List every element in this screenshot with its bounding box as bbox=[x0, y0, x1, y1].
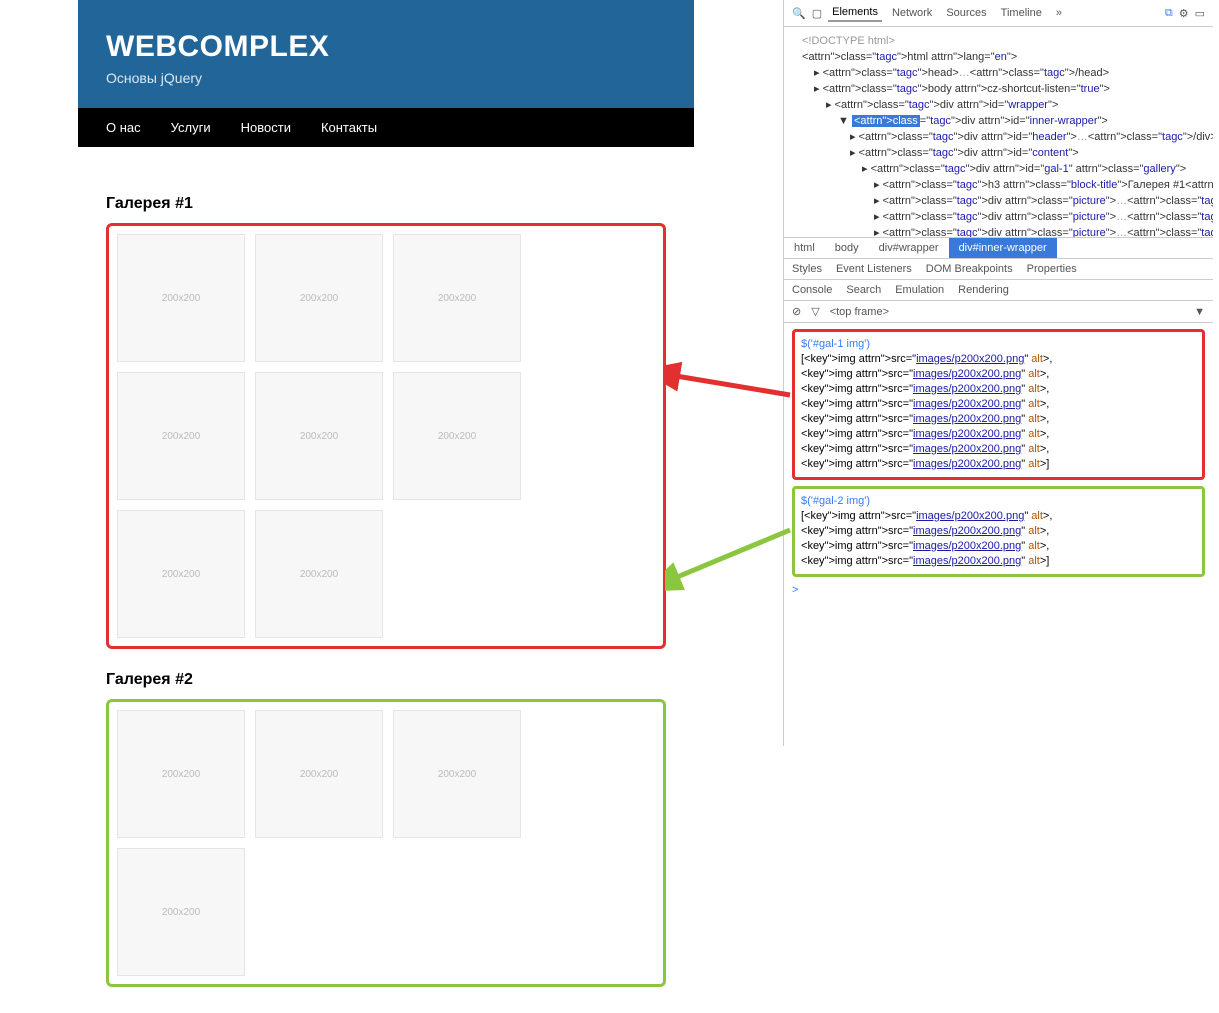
console-controls: ⊘ ▽ <top frame> ▼ bbox=[784, 301, 1213, 323]
tab-elements[interactable]: Elements bbox=[828, 4, 882, 22]
gallery-1-box: 200x200200x200200x200200x200200x200200x2… bbox=[106, 223, 666, 649]
picture-placeholder: 200x200 bbox=[393, 372, 521, 500]
site-header: WEBCOMPLEX Основы jQuery bbox=[78, 0, 694, 108]
drawer-tabs: Console Search Emulation Rendering bbox=[784, 280, 1213, 301]
picture-placeholder: 200x200 bbox=[117, 710, 245, 838]
picture-placeholder: 200x200 bbox=[393, 234, 521, 362]
site-subtitle: Основы jQuery bbox=[106, 70, 666, 86]
picture-placeholder: 200x200 bbox=[255, 234, 383, 362]
drawer-emulation[interactable]: Emulation bbox=[895, 284, 944, 296]
frame-dropdown-icon[interactable]: ▼ bbox=[1194, 306, 1205, 318]
dom-tree[interactable]: <!DOCTYPE html><attrn">class="tagc">html… bbox=[784, 27, 1213, 237]
subtab-dom-breakpoints[interactable]: DOM Breakpoints bbox=[926, 263, 1013, 275]
frame-selector[interactable]: <top frame> bbox=[830, 306, 889, 318]
nav-item-services[interactable]: Услуги bbox=[171, 120, 211, 135]
site-nav: О нас Услуги Новости Контакты bbox=[78, 108, 694, 147]
picture-placeholder: 200x200 bbox=[393, 710, 521, 838]
crumb-html[interactable]: html bbox=[784, 238, 825, 258]
drawer-icon[interactable]: ⧉ bbox=[1165, 7, 1173, 20]
picture-placeholder: 200x200 bbox=[255, 510, 383, 638]
drawer-console[interactable]: Console bbox=[792, 284, 832, 296]
tab-sources[interactable]: Sources bbox=[942, 5, 990, 21]
dock-icon[interactable]: ▭ bbox=[1195, 7, 1205, 20]
gallery-2-title: Галерея #2 bbox=[106, 671, 666, 689]
site-content: Галерея #1 200x200200x200200x200200x2002… bbox=[78, 147, 694, 1013]
crumb-inner-wrapper[interactable]: div#inner-wrapper bbox=[949, 238, 1057, 258]
gallery-1-title: Галерея #1 bbox=[106, 195, 666, 213]
subtab-event-listeners[interactable]: Event Listeners bbox=[836, 263, 912, 275]
crumb-wrapper[interactable]: div#wrapper bbox=[869, 238, 949, 258]
nav-item-news[interactable]: Новости bbox=[241, 120, 291, 135]
tab-network[interactable]: Network bbox=[888, 5, 936, 21]
picture-placeholder: 200x200 bbox=[255, 710, 383, 838]
gallery-2-box: 200x200200x200200x200200x200 bbox=[106, 699, 666, 987]
nav-item-about[interactable]: О нас bbox=[106, 120, 141, 135]
website-preview: WEBCOMPLEX Основы jQuery О нас Услуги Но… bbox=[78, 0, 694, 1013]
site-title: WEBCOMPLEX bbox=[106, 30, 666, 64]
filter-icon[interactable]: ▽ bbox=[811, 305, 819, 318]
picture-placeholder: 200x200 bbox=[117, 848, 245, 976]
picture-placeholder: 200x200 bbox=[255, 372, 383, 500]
clear-console-icon[interactable]: ⊘ bbox=[792, 305, 801, 318]
tab-timeline[interactable]: Timeline bbox=[997, 5, 1046, 21]
subtab-styles[interactable]: Styles bbox=[792, 263, 822, 275]
inspect-icon[interactable]: 🔍 bbox=[792, 7, 806, 20]
drawer-rendering[interactable]: Rendering bbox=[958, 284, 1009, 296]
nav-item-contacts[interactable]: Контакты bbox=[321, 120, 377, 135]
picture-placeholder: 200x200 bbox=[117, 234, 245, 362]
picture-placeholder: 200x200 bbox=[117, 510, 245, 638]
picture-placeholder: 200x200 bbox=[117, 372, 245, 500]
console-output[interactable]: $('#gal-1 img')[<key">img attrn">src="im… bbox=[784, 323, 1213, 604]
devtools-tabs: 🔍 ▢ Elements Network Sources Timeline » … bbox=[784, 0, 1213, 27]
gear-icon[interactable]: ⚙ bbox=[1179, 7, 1189, 20]
devtools-panel: 🔍 ▢ Elements Network Sources Timeline » … bbox=[783, 0, 1213, 746]
drawer-search[interactable]: Search bbox=[846, 284, 881, 296]
subtab-properties[interactable]: Properties bbox=[1027, 263, 1077, 275]
device-icon[interactable]: ▢ bbox=[812, 7, 822, 20]
crumb-body[interactable]: body bbox=[825, 238, 869, 258]
tab-more[interactable]: » bbox=[1052, 5, 1066, 21]
breadcrumb: html body div#wrapper div#inner-wrapper bbox=[784, 237, 1213, 258]
styles-tabs: Styles Event Listeners DOM Breakpoints P… bbox=[784, 258, 1213, 280]
